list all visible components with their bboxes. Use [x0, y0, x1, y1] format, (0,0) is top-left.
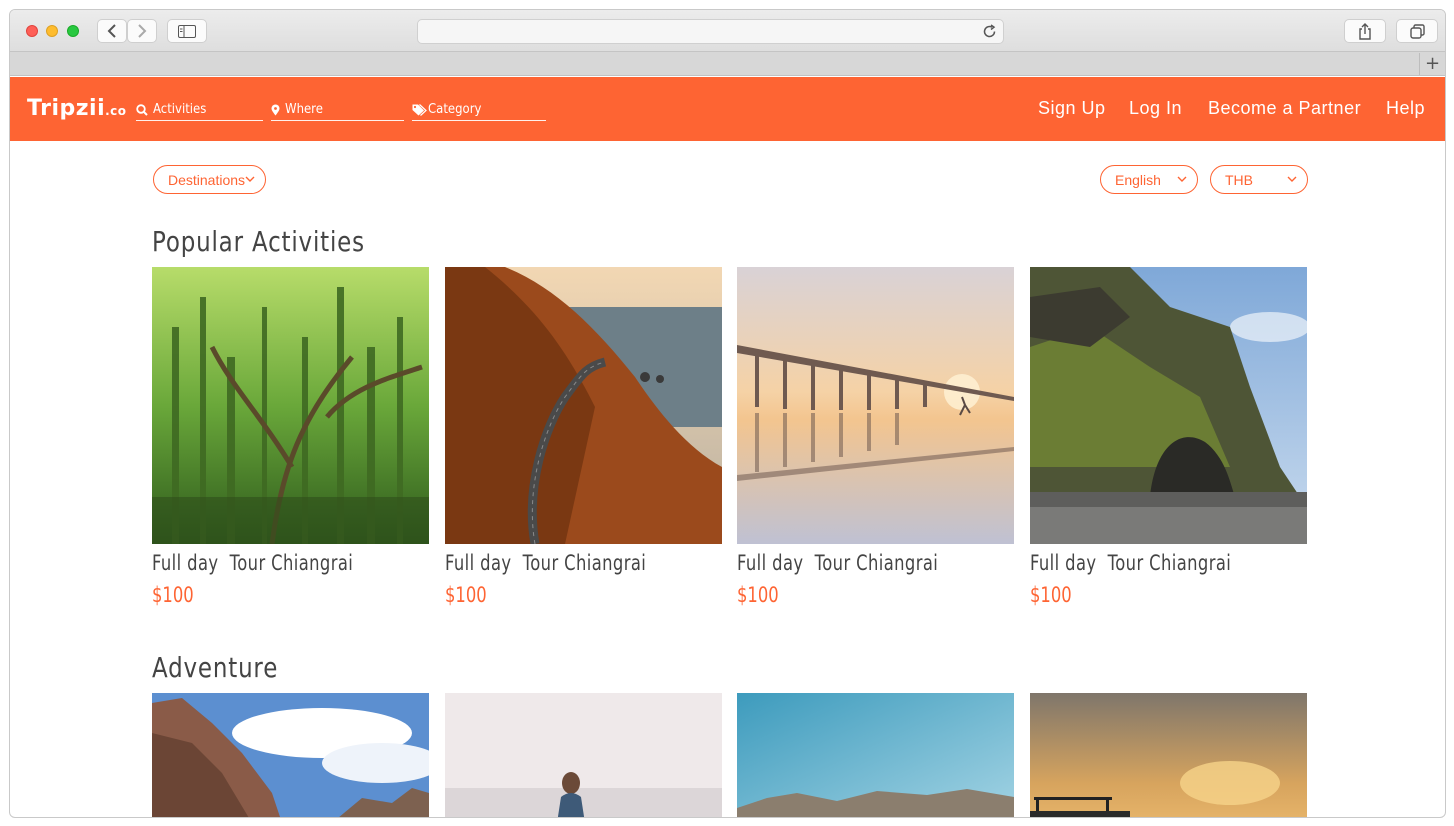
- tab-strip: +: [10, 52, 1445, 76]
- activity-title[interactable]: Full day Tour Chiangrai: [737, 551, 971, 575]
- category-search-field[interactable]: Category: [412, 99, 546, 121]
- activity-photo[interactable]: [1030, 267, 1307, 544]
- chevron-left-icon: [107, 24, 116, 38]
- language-label: English: [1115, 171, 1161, 188]
- sign-up-link[interactable]: Sign Up: [1038, 98, 1106, 119]
- browser-window: + Tripzii.co Activities Where Category S…: [9, 9, 1446, 818]
- activity-title[interactable]: Full day Tour Chiangrai: [445, 551, 679, 575]
- activity-title[interactable]: Full day Tour Chiangrai: [1030, 551, 1264, 575]
- tag-icon: [412, 103, 427, 116]
- tabs-icon: [1409, 23, 1425, 39]
- chevron-down-icon: [1177, 176, 1187, 182]
- adventure-photo[interactable]: [1030, 693, 1307, 818]
- destinations-label: Destinations: [168, 171, 246, 188]
- currency-label: THB: [1225, 171, 1253, 188]
- where-search-field[interactable]: Where: [271, 99, 404, 121]
- search-icon: [136, 103, 148, 116]
- zoom-window-button[interactable]: [67, 25, 79, 37]
- activity-photo[interactable]: [445, 267, 722, 544]
- activity-price: $100: [445, 583, 487, 607]
- chevron-right-icon: [138, 24, 147, 38]
- activity-price: $100: [1030, 583, 1072, 607]
- chevron-down-icon: [1287, 176, 1297, 182]
- adventure-photo[interactable]: [445, 693, 722, 818]
- back-button[interactable]: [97, 19, 127, 43]
- adventure-card[interactable]: [737, 693, 1014, 818]
- adventure-card[interactable]: [445, 693, 722, 818]
- tabs-overview-button[interactable]: [1396, 19, 1438, 43]
- sidebar-toggle-button[interactable]: [167, 19, 207, 43]
- activities-search-field[interactable]: Activities: [136, 99, 263, 121]
- share-icon: [1359, 22, 1371, 40]
- where-placeholder: Where: [285, 102, 323, 117]
- sidebar-icon: [178, 24, 196, 38]
- adventure-photo[interactable]: [737, 693, 1014, 818]
- logo-text: Tripzii: [27, 96, 106, 121]
- new-tab-button[interactable]: +: [1419, 53, 1445, 75]
- chevron-down-icon: [245, 176, 255, 182]
- share-button[interactable]: [1344, 19, 1386, 43]
- activity-price: $100: [152, 583, 194, 607]
- become-partner-link[interactable]: Become a Partner: [1208, 98, 1361, 119]
- language-dropdown[interactable]: English: [1100, 165, 1198, 194]
- map-pin-icon: [271, 104, 280, 115]
- logo-suffix: .co: [105, 104, 127, 118]
- activity-photo[interactable]: [737, 267, 1014, 544]
- minimize-window-button[interactable]: [46, 25, 58, 37]
- page-content: Destinations English THB Popular Activit…: [10, 141, 1445, 818]
- adventure-card[interactable]: [1030, 693, 1307, 818]
- browser-titlebar: [10, 10, 1445, 52]
- log-in-link[interactable]: Log In: [1129, 98, 1182, 119]
- activity-card[interactable]: Full day Tour Chiangrai $100: [152, 267, 429, 607]
- address-bar[interactable]: [417, 19, 1004, 44]
- section-title-adventure: Adventure: [152, 651, 279, 684]
- section-title-popular: Popular Activities: [152, 225, 365, 258]
- category-placeholder: Category: [428, 102, 482, 117]
- forward-button[interactable]: [127, 19, 157, 43]
- site-logo[interactable]: Tripzii.co: [27, 96, 127, 121]
- help-link[interactable]: Help: [1386, 98, 1425, 119]
- activity-card[interactable]: Full day Tour Chiangrai $100: [737, 267, 1014, 607]
- activity-price: $100: [737, 583, 779, 607]
- activities-placeholder: Activities: [153, 102, 207, 117]
- adventure-card[interactable]: [152, 693, 429, 818]
- destinations-dropdown[interactable]: Destinations: [153, 165, 266, 194]
- activity-card[interactable]: Full day Tour Chiangrai $100: [445, 267, 722, 607]
- adventure-photo[interactable]: [152, 693, 429, 818]
- reload-icon[interactable]: [982, 24, 997, 39]
- site-navbar: Tripzii.co Activities Where Category Sig…: [10, 77, 1445, 141]
- activity-title[interactable]: Full day Tour Chiangrai: [152, 551, 386, 575]
- close-window-button[interactable]: [26, 25, 38, 37]
- activity-photo[interactable]: [152, 267, 429, 544]
- activity-card[interactable]: Full day Tour Chiangrai $100: [1030, 267, 1307, 607]
- currency-dropdown[interactable]: THB: [1210, 165, 1308, 194]
